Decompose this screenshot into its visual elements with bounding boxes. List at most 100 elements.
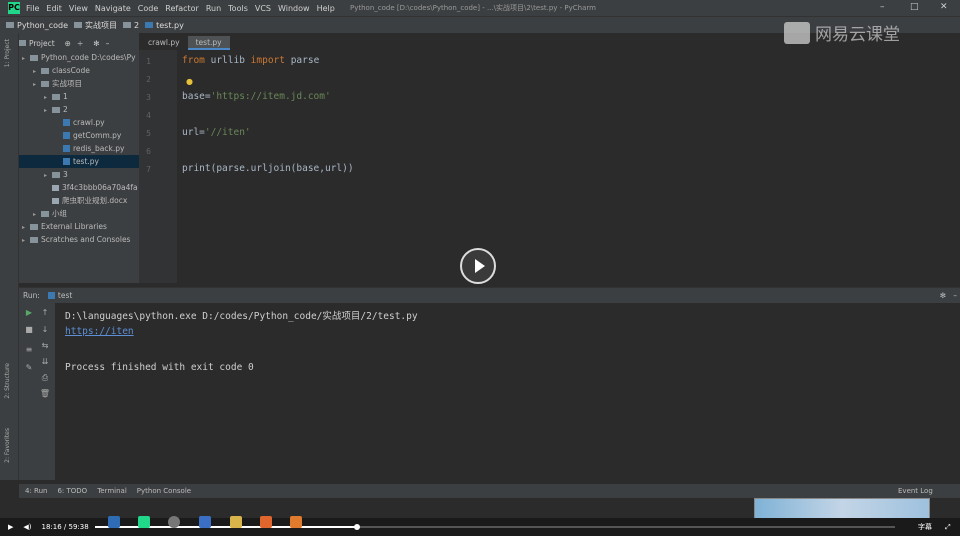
tree-item[interactable]: 爬虫职业规划.docx [19,194,139,207]
hide-icon[interactable]: – [106,39,110,48]
run-config-tab[interactable]: test [58,291,72,300]
pycharm-taskbar-icon[interactable] [138,516,150,528]
menu-item-refactor[interactable]: Refactor [165,4,199,13]
breadcrumb-item[interactable]: 2 [134,21,139,30]
scroll-up-icon[interactable]: ↑ [39,308,51,317]
bottom-tab[interactable]: Terminal [97,487,127,495]
fullscreen-icon[interactable]: ⤢ [945,523,951,532]
folder-icon [52,107,60,113]
editor-tab[interactable]: test.py [187,36,230,50]
editor-tab[interactable]: crawl.py [140,36,188,50]
menu-item-help[interactable]: Help [317,4,335,13]
minimize-icon[interactable]: – [880,2,885,12]
tree-item[interactable]: 3f4c3bbb06a70a4fa [19,181,139,194]
run-settings-icon[interactable]: ✻ [940,291,946,300]
run-hide-icon[interactable]: – [953,291,957,300]
maximize-icon[interactable]: □ [910,2,919,12]
menu-item-file[interactable]: File [26,4,39,13]
folder-icon [41,211,49,217]
tree-item[interactable]: ▸ 小组 [19,207,139,220]
tree-item[interactable]: ▸ 3 [19,168,139,181]
close-icon[interactable]: ✕ [940,2,948,12]
bottom-tab[interactable]: 6: TODO [57,487,87,495]
expand-arrow-icon[interactable]: ▸ [22,221,30,233]
soft-wrap-icon[interactable]: ⇆ [39,341,51,350]
project-view-selector[interactable]: Project [29,39,55,48]
menu-item-tools[interactable]: Tools [228,4,248,13]
tree-item[interactable]: ▸ 1 [19,90,139,103]
settings-gear-icon[interactable]: ✻ [93,39,99,48]
expand-arrow-icon[interactable]: ▸ [44,104,52,116]
breadcrumb-item[interactable]: 实战项目 [85,20,117,31]
menu-item-view[interactable]: View [69,4,88,13]
delete-icon[interactable]: 🗑 [39,389,51,398]
breadcrumb-item[interactable]: test.py [156,21,184,30]
run-output-panel[interactable] [19,303,960,480]
play-button[interactable] [460,248,496,284]
structure-tool-label[interactable]: 2: Structure [4,363,11,399]
lightbulb-icon[interactable]: ● [186,77,193,86]
folder-taskbar-icon[interactable] [230,516,242,528]
event-log-button[interactable]: Event Log [898,487,933,495]
player-play-icon[interactable]: ▶ [8,523,13,531]
scroll-end-icon[interactable]: ⇊ [39,357,51,366]
tree-item[interactable]: ▸ 实战项目 [19,77,139,90]
tree-item[interactable]: crawl.py [19,116,139,129]
menu-item-run[interactable]: Run [206,4,221,13]
menu-item-window[interactable]: Window [278,4,310,13]
expand-arrow-icon[interactable]: ▸ [33,65,41,77]
taskbar-app-icon[interactable] [168,516,180,528]
code-line: base='https://item.jd.com' [182,91,331,102]
bottom-tab[interactable]: 4: Run [25,487,47,495]
expand-arrow-icon[interactable]: ▸ [33,208,41,220]
taskbar-app-icon[interactable] [199,516,211,528]
expand-arrow-icon[interactable]: ▸ [44,169,52,181]
subtitle-button[interactable]: 字幕 [918,522,932,532]
tree-item-label: crawl.py [73,118,105,127]
stop-icon[interactable]: ■ [23,325,35,334]
tree-item-label: Scratches and Consoles [41,235,131,244]
watermark: 网易云课堂 [784,20,900,45]
file-icon [52,185,59,191]
output-link[interactable]: https://iten [65,326,134,337]
layout-icon[interactable]: ≡ [23,345,35,354]
bottom-tab[interactable]: Python Console [137,487,191,495]
pin-icon[interactable]: ✎ [23,363,35,372]
menu-item-code[interactable]: Code [138,4,158,13]
progress-track[interactable] [95,524,895,530]
favorites-tool-label[interactable]: 2: Favorites [4,428,11,463]
tree-item[interactable]: ▸ Scratches and Consoles [19,233,139,246]
target-icon[interactable]: ⊕ [65,39,71,48]
taskbar-app-icon[interactable] [260,516,272,528]
volume-icon[interactable]: ◀) [23,523,31,531]
print-icon[interactable]: ⎙ [39,373,51,383]
menu-item-edit[interactable]: Edit [46,4,62,13]
rerun-icon[interactable]: ▶ [23,308,35,317]
expand-arrow-icon[interactable]: ▸ [33,78,41,90]
tree-item[interactable]: ▸ 2 [19,103,139,116]
tree-item[interactable]: ▸ classCode [19,64,139,77]
tree-item[interactable]: redis_back.py [19,142,139,155]
python-file-icon [145,22,154,28]
taskbar-app-icon[interactable] [108,516,120,528]
expand-arrow-icon[interactable]: ▸ [44,91,52,103]
menu-item-vcs[interactable]: VCS [255,4,271,13]
expand-arrow-icon[interactable]: ▸ [22,52,30,64]
pycharm-logo-icon: PC [8,2,20,14]
watermark-text: 网易云课堂 [815,25,900,45]
taskbar-app-icon[interactable] [290,516,302,528]
scroll-down-icon[interactable]: ↓ [39,325,51,334]
tree-item[interactable]: test.py [19,155,139,168]
breadcrumb-item[interactable]: Python_code [17,21,68,30]
folder-icon [123,22,132,28]
expand-arrow-icon[interactable]: ▸ [22,234,30,246]
project-tool-label[interactable]: 1: Project [4,39,11,67]
tree-item[interactable]: ▸ Python_code D:\codes\Py [19,51,139,64]
tree-item[interactable]: ▸ External Libraries [19,220,139,233]
menu-item-navigate[interactable]: Navigate [95,4,131,13]
tree-item[interactable]: getComm.py [19,129,139,142]
progress-knob[interactable] [353,524,360,530]
tree-item-label: 小组 [52,209,67,218]
file-icon [52,198,59,204]
collapse-icon[interactable]: ÷ [77,39,83,48]
